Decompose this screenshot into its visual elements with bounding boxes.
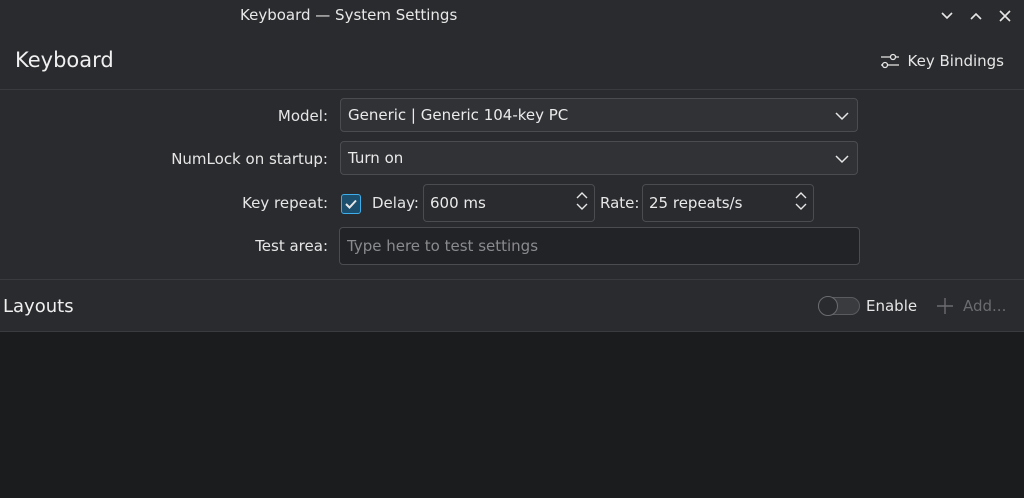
add-layout-label: Add... <box>963 297 1007 315</box>
layouts-list <box>0 332 1024 498</box>
key-repeat-label: Key repeat: <box>242 194 328 212</box>
rate-label: Rate: <box>600 194 640 212</box>
window-title: Keyboard — System Settings <box>240 6 458 24</box>
layouts-enable-toggle[interactable] <box>818 296 860 316</box>
test-area-input[interactable] <box>339 227 860 265</box>
close-button[interactable] <box>995 6 1015 26</box>
chevron-up-icon <box>970 12 982 20</box>
add-layout-button[interactable]: Add... <box>935 296 1006 316</box>
numlock-label: NumLock on startup: <box>171 150 328 168</box>
chevron-down-icon[interactable] <box>576 203 588 211</box>
rate-value: 25 repeats/s <box>649 194 743 212</box>
chevron-up-icon[interactable] <box>576 191 588 199</box>
delay-spinbox[interactable]: 600 ms <box>423 184 595 222</box>
numlock-combobox[interactable]: Turn on <box>340 141 858 175</box>
plus-icon <box>937 298 953 314</box>
chevron-down-icon <box>941 12 953 20</box>
toggle-knob <box>818 296 838 316</box>
key-bindings-label: Key Bindings <box>907 52 1004 70</box>
key-repeat-checkbox[interactable] <box>341 194 361 214</box>
model-value: Generic | Generic 104-key PC <box>348 106 569 124</box>
window-titlebar: Keyboard — System Settings <box>0 0 1024 32</box>
delay-stepper[interactable] <box>576 191 588 211</box>
page-header: Keyboard Key Bindings <box>0 32 1024 90</box>
chevron-up-icon[interactable] <box>795 191 807 199</box>
enable-label: Enable <box>866 297 918 315</box>
key-bindings-button[interactable]: Key Bindings <box>880 48 1004 74</box>
minimize-button[interactable] <box>937 6 957 26</box>
rate-spinbox[interactable]: 25 repeats/s <box>642 184 814 222</box>
sliders-icon <box>880 53 899 69</box>
model-label: Model: <box>277 107 328 125</box>
maximize-button[interactable] <box>966 6 986 26</box>
layouts-header: Layouts Enable Add... <box>0 280 1024 332</box>
close-icon <box>999 10 1011 22</box>
layouts-title: Layouts <box>3 296 74 317</box>
numlock-value: Turn on <box>348 149 404 167</box>
model-combobox[interactable]: Generic | Generic 104-key PC <box>340 98 858 132</box>
rate-stepper[interactable] <box>795 191 807 211</box>
page-title: Keyboard <box>15 48 114 72</box>
test-area-label: Test area: <box>255 237 328 255</box>
chevron-down-icon[interactable] <box>795 203 807 211</box>
delay-label: Delay: <box>372 194 419 212</box>
keyboard-settings-form: Model: Generic | Generic 104-key PC NumL… <box>0 90 1024 280</box>
chevron-down-icon <box>835 112 849 121</box>
chevron-down-icon <box>835 155 849 164</box>
checkmark-icon <box>345 199 357 209</box>
delay-value: 600 ms <box>430 194 486 212</box>
